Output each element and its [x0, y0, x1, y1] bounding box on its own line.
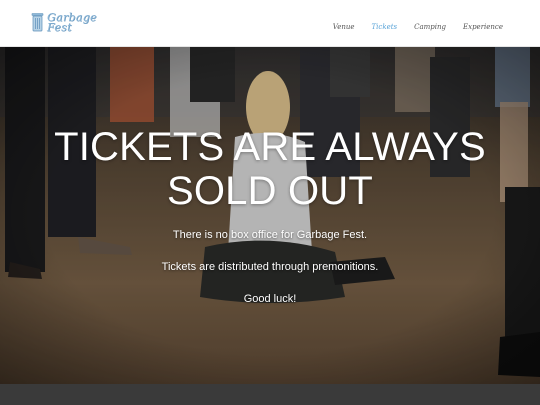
page: Garbage Fest Venue Tickets Camping Exper… [0, 0, 540, 405]
hero-title-line-1: TICKETS ARE ALWAYS [54, 125, 486, 169]
hero-text-line-1: There is no box office for Garbage Fest. [172, 229, 368, 241]
hero-title: TICKETS ARE ALWAYS SOLD OUT [0, 125, 540, 213]
footer-strip [0, 384, 540, 405]
nav-camping[interactable]: Camping [414, 23, 446, 31]
hero-text-line-3: Good luck! [243, 293, 297, 305]
trash-can-icon [31, 13, 44, 32]
hero-content: TICKETS ARE ALWAYS SOLD OUT There is no … [0, 47, 540, 384]
brand-line-2: Fest [47, 21, 72, 34]
hero-text-line-2: Tickets are distributed through premonit… [161, 261, 379, 273]
brand-name: Garbage Fest [47, 12, 97, 34]
site-logo[interactable]: Garbage Fest [31, 12, 97, 35]
nav-experience[interactable]: Experience [463, 23, 503, 31]
main-nav: Venue Tickets Camping Experience [316, 23, 503, 31]
nav-venue[interactable]: Venue [333, 23, 355, 31]
hero-section: TICKETS ARE ALWAYS SOLD OUT There is no … [0, 47, 540, 384]
nav-tickets[interactable]: Tickets [372, 23, 398, 31]
hero-title-line-2: SOLD OUT [166, 169, 374, 213]
top-navbar: Garbage Fest Venue Tickets Camping Exper… [0, 0, 540, 47]
